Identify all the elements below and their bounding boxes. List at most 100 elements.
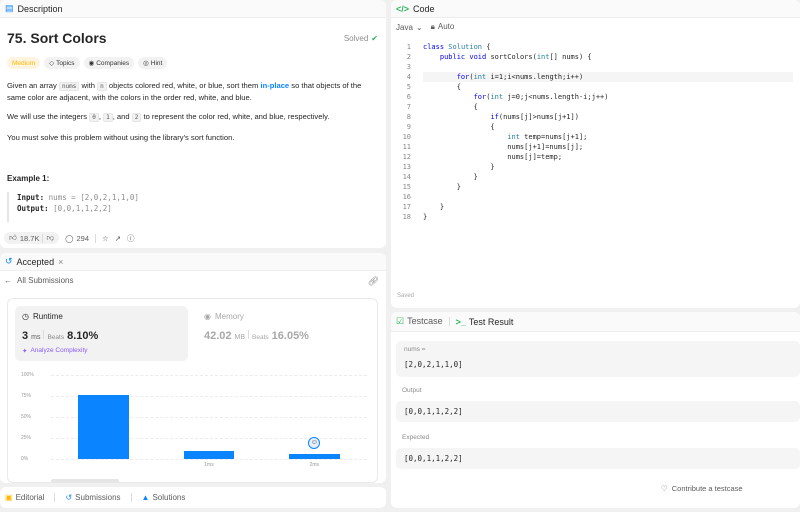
- statement-text: to represent the color red, white, and b…: [143, 112, 330, 121]
- clock-icon: ◷: [22, 312, 29, 321]
- output-value: [0,0,1,1,2,2]: [53, 204, 112, 213]
- runtime-distribution-chart: 100% 75% 50% 25% 0% 1ms 2ms ☺: [15, 369, 375, 483]
- submissions-tab[interactable]: ↺ Submissions: [65, 493, 120, 502]
- code-line[interactable]: nums[j+1]=nums[j];: [423, 142, 583, 152]
- divider: [95, 233, 96, 243]
- description-tab[interactable]: ▤ Description: [0, 0, 386, 18]
- tag-row: Medium ◇ Topics ◉ Companies ◎ Hint: [7, 57, 168, 69]
- code-line[interactable]: public void sortColors(int[] nums) {: [423, 52, 592, 62]
- code-line[interactable]: for(int i=1;i<nums.length;i++): [423, 72, 793, 82]
- star-icon[interactable]: ☆: [102, 234, 109, 243]
- testcase-panel: ☑ Testcase >_ Test Result nums = [2,0,2,1,…: [391, 312, 800, 508]
- input-label: Input:: [17, 193, 45, 202]
- testcase-tab[interactable]: ☑ Testcase: [396, 316, 443, 327]
- code-editor[interactable]: 1 class Solution {2 public void sortColor…: [391, 40, 800, 230]
- code-line[interactable]: }: [423, 212, 427, 222]
- share-icon[interactable]: ↗: [115, 234, 121, 243]
- input-value: nums = [2,0,2,1,1,0]: [48, 193, 139, 202]
- statement-text: , and: [112, 112, 130, 121]
- close-icon[interactable]: ×: [58, 257, 63, 267]
- user-avatar-marker[interactable]: ☺: [308, 436, 321, 449]
- x-tick-label: 1ms: [204, 462, 214, 468]
- problem-title[interactable]: 75. Sort Colors: [7, 30, 107, 46]
- accepted-tab-label: Accepted: [16, 256, 55, 267]
- runtime-unit: ms: [31, 334, 41, 341]
- in-place-link[interactable]: in-place: [260, 81, 289, 90]
- code-line[interactable]: }: [423, 182, 461, 192]
- chart-scrollbar[interactable]: [51, 479, 119, 483]
- code-line[interactable]: }: [423, 172, 478, 182]
- sparkle-icon: ✦: [22, 348, 28, 355]
- editorial-label: Editorial: [15, 493, 45, 502]
- like-count: 18.7K: [19, 233, 40, 243]
- editor-toolbar: Java ⌄ 🔒︎ Auto: [396, 22, 454, 32]
- expected-label: Expected: [402, 434, 430, 441]
- contribute-testcase-button[interactable]: ♡ Contribute a testcase: [661, 484, 743, 493]
- memory-header: ◉ Memory: [204, 312, 244, 321]
- reaction-bar: 👍︎ 18.7K 👎︎ ◯ 294 ☆ ↗ ⓘ: [0, 228, 386, 248]
- code-line[interactable]: if(nums[j]>nums[j+1]): [423, 112, 579, 122]
- chart-bar[interactable]: [183, 451, 235, 459]
- y-tick-label: 50%: [21, 414, 32, 420]
- tag-icon: ◇: [49, 60, 55, 67]
- code-line[interactable]: nums[j]=temp;: [423, 152, 562, 162]
- language-select[interactable]: Java ⌄: [396, 23, 423, 32]
- auto-mode[interactable]: 🔒︎ Auto: [431, 22, 455, 32]
- code-line[interactable]: }: [423, 202, 444, 212]
- help-icon[interactable]: ⓘ: [127, 233, 135, 244]
- x-tick-label: 2ms: [309, 462, 320, 468]
- topics-tag[interactable]: ◇ Topics: [44, 57, 80, 69]
- like-button[interactable]: 👍︎ 18.7K 👎︎: [4, 232, 60, 244]
- thumbs-down-icon[interactable]: 👎︎: [46, 233, 54, 243]
- statement-text: Given an array: [7, 81, 57, 90]
- line-number: 9: [406, 123, 411, 131]
- memory-stats: 42.02 MB Beats 16.05%: [204, 330, 309, 342]
- testcase-tab-label: Testcase: [407, 316, 443, 326]
- code-tab[interactable]: </> Code: [391, 0, 800, 18]
- nums-label: nums =: [404, 346, 426, 353]
- problem-statement: Given an array nums with n objects color…: [7, 80, 379, 103]
- inline-code-2: 2: [131, 113, 142, 122]
- statement-text: so that objects of the: [291, 81, 362, 90]
- memory-beats-label: Beats: [252, 334, 269, 341]
- chart-bar[interactable]: [78, 395, 129, 459]
- integer-mapping-text: We will use the integers 0, 1, and 2 to …: [7, 111, 379, 123]
- analyze-complexity-button[interactable]: ✦ Analyze Complexity: [22, 347, 88, 355]
- code-line[interactable]: {: [423, 122, 494, 132]
- line-number: 10: [402, 133, 411, 141]
- editorial-tab[interactable]: ▣ Editorial: [5, 493, 44, 502]
- chart-bar[interactable]: [289, 453, 340, 459]
- divider: [248, 330, 250, 339]
- test-result-tab[interactable]: >_ Test Result: [456, 317, 514, 327]
- line-number: 2: [406, 53, 411, 61]
- comments-button[interactable]: ◯ 294: [65, 234, 89, 243]
- link-icon[interactable]: 🔗︎: [368, 276, 379, 287]
- solutions-tab[interactable]: ▲ Solutions: [142, 493, 186, 502]
- memory-card[interactable]: ◉ Memory 42.02 MB Beats 16.05%: [197, 306, 372, 361]
- check-circle-icon: ✔: [371, 34, 378, 43]
- input-value: [2,0,2,1,1,0]: [404, 360, 463, 369]
- language-value: Java: [396, 22, 413, 32]
- line-number: 16: [402, 193, 411, 201]
- flask-icon: ▲: [141, 493, 150, 502]
- code-line[interactable]: }: [423, 162, 494, 172]
- arrow-left-icon: ←: [4, 276, 12, 285]
- line-number: 17: [402, 203, 411, 211]
- code-line[interactable]: {: [423, 82, 461, 92]
- output-label: Output: [402, 387, 422, 394]
- companies-tag[interactable]: ◉ Companies: [83, 57, 135, 69]
- code-line[interactable]: class Solution {: [423, 42, 490, 52]
- divider: [43, 330, 45, 339]
- hint-tag[interactable]: ◎ Hint: [138, 57, 168, 69]
- example-block: Input: nums = [2,0,2,1,1,0] Output: [0,0…: [7, 192, 379, 222]
- line-number: 4: [406, 73, 411, 81]
- book-icon: ▣: [5, 493, 13, 502]
- accepted-tab[interactable]: ↺ Accepted ×: [0, 253, 386, 271]
- runtime-card[interactable]: ◷ Runtime 3 ms Beats 8.10% ✦ Analyze Com…: [15, 306, 188, 361]
- code-line[interactable]: int temp=nums[j+1];: [423, 132, 587, 142]
- all-submissions-link[interactable]: ← All Submissions: [4, 276, 73, 285]
- code-line[interactable]: {: [423, 102, 478, 112]
- code-line[interactable]: for(int j=0;j<nums.length-i;j++): [423, 92, 609, 102]
- terminal-icon: >_: [455, 316, 466, 327]
- bottom-tabbar: ▣ Editorial ↺ Submissions ▲ Solutions: [0, 487, 386, 508]
